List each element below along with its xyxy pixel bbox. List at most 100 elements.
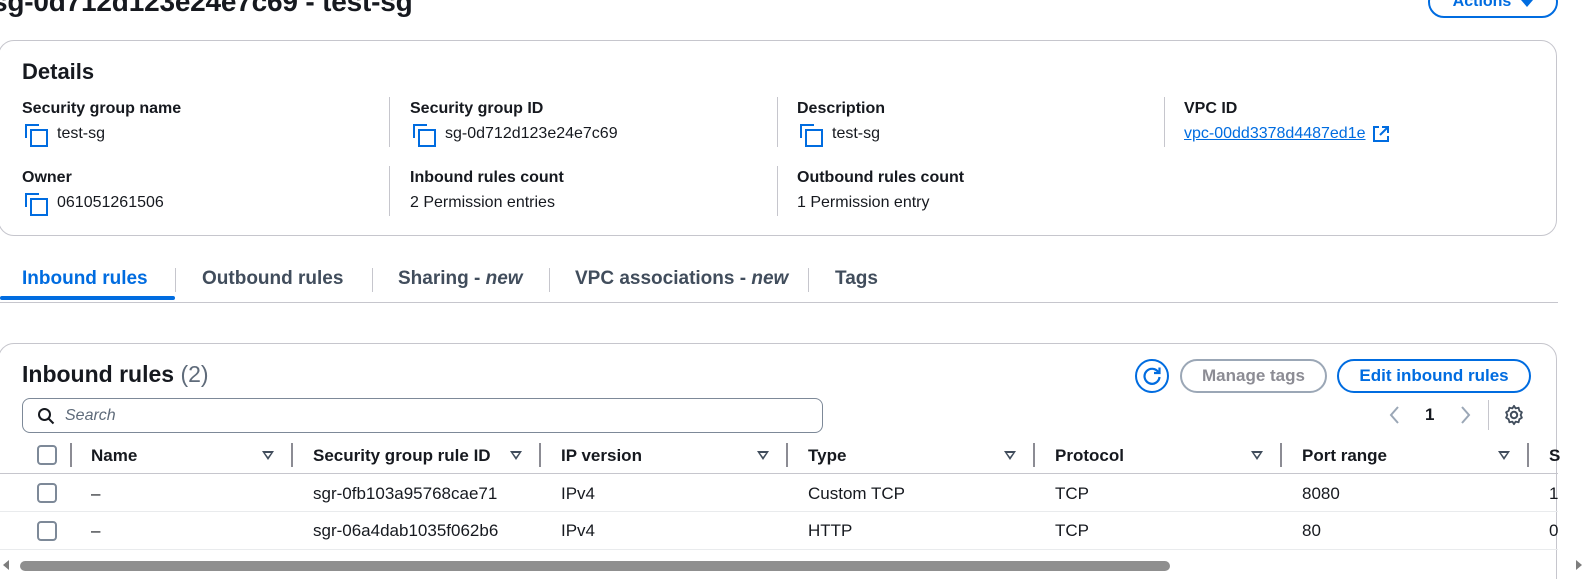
search-box[interactable] (22, 398, 823, 433)
page-number[interactable]: 1 (1425, 405, 1434, 425)
row-checkbox[interactable] (37, 483, 57, 503)
column-header-ip-version[interactable]: IP version (561, 446, 642, 466)
field-security-group-id: Security group ID sg-0d712d123e24e7c69 (410, 99, 770, 147)
column-header-type[interactable]: Type (808, 446, 846, 466)
field-label: Outbound rules count (797, 169, 965, 186)
active-tab-indicator (0, 296, 175, 300)
chevron-left-icon[interactable] (1388, 405, 1402, 431)
search-icon (38, 407, 55, 424)
column-divider (70, 443, 72, 467)
tab-sharing[interactable]: Sharing - new (398, 268, 523, 290)
field-label: Owner (22, 169, 72, 186)
actions-label: Actions (1452, 0, 1512, 10)
cell-rule-id: sgr-0fb103a95768cae71 (313, 484, 498, 503)
field-value-row: sg-0d712d123e24e7c69 (410, 124, 770, 147)
sort-caret-icon[interactable] (1498, 451, 1510, 460)
field-value-row: 061051261506 (22, 193, 382, 216)
inbound-rules-title: Inbound rules (2) (22, 361, 209, 388)
field-value: 061051261506 (57, 194, 164, 211)
chevron-right-icon[interactable] (1458, 405, 1472, 431)
cell-type: Custom TCP (808, 484, 905, 503)
vpc-id-link[interactable]: vpc-00dd3378d4487ed1e (1184, 124, 1366, 144)
tab-sharing-label: Sharing - (398, 268, 486, 289)
column-divider[interactable] (539, 443, 541, 467)
table-row[interactable] (0, 512, 1558, 550)
sort-caret-icon[interactable] (1004, 451, 1016, 460)
field-value: sg-0d712d123e24e7c69 (445, 125, 618, 142)
actions-button[interactable]: Actions (1428, 0, 1558, 18)
cell-rule-id: sgr-06a4dab1035f062b6 (313, 521, 499, 540)
cell-protocol: TCP (1055, 484, 1089, 503)
tab-divider (175, 268, 176, 292)
tab-inbound-rules[interactable]: Inbound rules (22, 268, 148, 290)
scroll-left-arrow-icon[interactable] (3, 560, 9, 570)
external-link-icon (1372, 125, 1390, 143)
sort-caret-icon[interactable] (1251, 451, 1263, 460)
select-all-checkbox[interactable] (37, 445, 57, 465)
field-value-row: test-sg (22, 124, 382, 147)
field-label: Security group name (22, 100, 182, 117)
new-badge: new (751, 268, 789, 289)
sort-caret-icon[interactable] (262, 451, 274, 460)
tab-vpc-associations-label: VPC associations - (575, 268, 752, 289)
copy-icon[interactable] (413, 124, 436, 147)
cell-protocol: TCP (1055, 521, 1089, 540)
column-header-rule-id[interactable]: Security group rule ID (313, 446, 491, 466)
tab-divider (549, 268, 550, 292)
row-checkbox[interactable] (37, 521, 57, 541)
column-divider[interactable] (1527, 443, 1529, 467)
column-header-protocol[interactable]: Protocol (1055, 446, 1124, 466)
cell-name: – (91, 521, 101, 540)
column-header-port-range[interactable]: Port range (1302, 446, 1387, 466)
column-divider[interactable] (786, 443, 788, 467)
cell-source: 1 (1549, 484, 1559, 503)
column-divider[interactable] (1280, 443, 1282, 467)
search-input[interactable] (65, 406, 765, 425)
column-divider[interactable] (291, 443, 293, 467)
field-inbound-rules-count: Inbound rules count 2 Permission entries (410, 168, 770, 213)
manage-tags-button[interactable]: Manage tags (1180, 359, 1327, 393)
tab-vpc-associations[interactable]: VPC associations - new (575, 268, 788, 290)
settings-icon[interactable] (1503, 404, 1525, 426)
cell-port-range: 80 (1302, 521, 1321, 540)
rules-title-text: Inbound rules (22, 361, 175, 387)
copy-icon[interactable] (25, 124, 48, 147)
scroll-right-arrow-icon[interactable] (1576, 560, 1582, 570)
new-badge: new (485, 268, 523, 289)
column-divider (777, 97, 778, 147)
field-outbound-rules-count: Outbound rules count 1 Permission entry (797, 168, 1157, 213)
tab-divider (808, 268, 809, 292)
details-title: Details (22, 59, 95, 84)
copy-icon[interactable] (25, 193, 48, 216)
copy-icon[interactable] (800, 124, 823, 147)
cell-type: HTTP (808, 521, 853, 540)
field-label: Inbound rules count (410, 169, 564, 186)
cell-source: 0 (1549, 521, 1559, 540)
column-header-source[interactable]: S (1549, 446, 1560, 466)
tab-tags[interactable]: Tags (835, 268, 878, 290)
field-value: 1 Permission entry (797, 194, 930, 211)
sort-caret-icon[interactable] (510, 451, 522, 460)
tab-outbound-rules[interactable]: Outbound rules (202, 268, 343, 290)
field-security-group-name: Security group name test-sg (22, 99, 382, 147)
field-value: test-sg (832, 125, 881, 142)
refresh-button[interactable] (1135, 359, 1169, 393)
cell-ip-version: IPv4 (561, 484, 596, 503)
field-value: 2 Permission entries (410, 194, 555, 211)
field-owner: Owner 061051261506 (22, 168, 382, 216)
field-value: test-sg (57, 125, 106, 142)
sort-caret-icon[interactable] (757, 451, 769, 460)
column-divider (389, 97, 390, 147)
caret-down-icon (1521, 0, 1534, 7)
page-title: sg-0d712d123e24e7c69 - test-sg (0, 0, 413, 17)
column-divider[interactable] (1033, 443, 1035, 467)
scrollbar-thumb[interactable] (20, 561, 1170, 571)
field-label: Security group ID (410, 100, 544, 117)
field-label: VPC ID (1184, 100, 1238, 117)
field-value-row: test-sg (797, 124, 1157, 147)
field-label: Description (797, 100, 886, 117)
column-divider (1164, 97, 1165, 147)
edit-inbound-rules-button[interactable]: Edit inbound rules (1337, 359, 1531, 393)
column-header-name[interactable]: Name (91, 446, 137, 466)
column-divider (777, 166, 778, 216)
